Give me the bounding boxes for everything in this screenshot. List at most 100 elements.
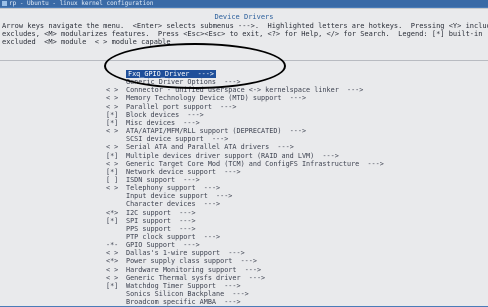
menu-item-label-wrap: I2C support ---> xyxy=(126,209,196,217)
menu-item-label: Input device support xyxy=(126,192,208,201)
submenu-arrow: ---> xyxy=(224,78,241,87)
menu-item[interactable]: [*] Multiple devices driver support (RAID… xyxy=(106,152,339,160)
menu-item-label-wrap: Fxq_GPIO_Driver ---> xyxy=(126,70,216,78)
submenu-arrow: ---> xyxy=(240,257,257,266)
menu-item-label-wrap: SCSI device support ---> xyxy=(126,135,228,143)
menu-item-label-wrap: Connector - unified userspace <-> kernel… xyxy=(126,86,363,94)
menu-item[interactable]: < > Telephony support ---> xyxy=(106,184,220,192)
menu-item[interactable]: [ ] ISDN support ---> xyxy=(106,176,200,184)
submenu-arrow: ---> xyxy=(228,249,245,258)
menu-item[interactable]: [*] Network device support ---> xyxy=(106,168,241,176)
submenu-arrow: ---> xyxy=(183,241,200,250)
menu-item-label: Generic Driver Options xyxy=(126,78,217,87)
menu-item[interactable]: [*] Block devices ---> xyxy=(106,111,204,119)
menu-item-label: Connector - unified userspace <-> kernel… xyxy=(126,86,339,95)
menu-item[interactable]: Character devices ---> xyxy=(106,200,220,208)
menu-item-label: Generic Thermal sysfs driver xyxy=(126,273,241,282)
menu-item[interactable]: Input device support ---> xyxy=(106,192,232,200)
menu-item-label: Misc devices xyxy=(126,118,176,127)
menu-item-marker: < > xyxy=(106,127,119,136)
menu-item-marker: <*> xyxy=(106,257,119,266)
submenu-arrow: ---> xyxy=(187,110,204,119)
submenu-arrow: ---> xyxy=(203,200,221,209)
menu-item-label: Character devices xyxy=(126,200,196,209)
menu-item-label: SPI support xyxy=(126,216,172,225)
menu-item[interactable]: PPS support ---> xyxy=(106,225,196,233)
menu-item-label-wrap: ATA/ATAPI/MFM/RLL support (DEPRECATED) -… xyxy=(126,127,306,135)
menu-item[interactable]: Generic Driver Options ---> xyxy=(106,78,241,86)
menu-item-marker: [*] xyxy=(106,151,119,160)
menu-item-label-wrap: Block devices ---> xyxy=(126,111,204,119)
menu-item-marker: [ ] xyxy=(106,175,119,184)
menu-item-marker: < > xyxy=(106,265,119,274)
menu-item-marker: [*] xyxy=(106,110,119,119)
submenu-arrow: ---> xyxy=(289,127,307,136)
menu-item-marker: < > xyxy=(106,86,119,95)
submenu-arrow: ---> xyxy=(183,118,200,127)
menu-item[interactable]: < > Generic Target Core Mod (TCM) and Con… xyxy=(106,160,384,168)
menu-item[interactable]: < > ATA/ATAPI/MFM/RLL support (DEPRECATED… xyxy=(106,127,306,135)
menu-item[interactable]: Fxq_GPIO_Driver ---> xyxy=(106,70,216,78)
menu-item-label-wrap: SPI support ---> xyxy=(126,217,196,225)
menu-item-label: Sonics Silicon Backplane xyxy=(126,290,225,299)
menu-item-label-wrap: Misc devices ---> xyxy=(126,119,200,127)
menu-item[interactable]: [*] Watchdog Timer Support ---> xyxy=(106,282,241,290)
submenu-arrow: ---> xyxy=(220,102,237,111)
submenu-arrow: ---> xyxy=(224,167,241,176)
menu-item-marker: < > xyxy=(106,249,119,258)
menu-item-label-wrap: Input device support ---> xyxy=(126,192,232,200)
menu-item[interactable]: -*- GPIO Support ---> xyxy=(106,241,200,249)
menu-item[interactable]: <*> I2C support ---> xyxy=(106,209,196,217)
menu-item[interactable]: < > Connector - unified userspace <-> ker… xyxy=(106,86,363,94)
submenu-arrow: ---> xyxy=(197,70,214,78)
menu-item-marker: [*] xyxy=(106,216,119,225)
help-text-line-1: Arrow keys navigate the menu. <Enter> se… xyxy=(2,22,488,30)
menu-item-label: Telephony support xyxy=(126,184,196,193)
help-text-line-3: excluded <M> module < > module capable xyxy=(2,38,171,46)
menu-item-label: Power supply class support xyxy=(126,257,233,266)
menu-item-label-wrap: Network device support ---> xyxy=(126,168,241,176)
menu-item-label: Block devices xyxy=(126,110,180,119)
menu-item-label-wrap: Telephony support ---> xyxy=(126,184,220,192)
menu-item-marker: < > xyxy=(106,94,119,103)
menu-item[interactable]: < > Dallas's 1-wire support ---> xyxy=(106,249,245,257)
submenu-arrow: ---> xyxy=(179,208,196,217)
menu-item-label-wrap: Generic Thermal sysfs driver ---> xyxy=(126,274,265,282)
menu-item-label: PTP clock support xyxy=(126,233,196,241)
window-titlebar: rp - Ubuntu - linux kernel configuration xyxy=(0,0,488,7)
menu-item[interactable]: <*> Power supply class support ---> xyxy=(106,257,257,265)
submenu-arrow: ---> xyxy=(277,143,294,152)
menu-item-marker: [*] xyxy=(106,281,119,290)
menu-item-label: I2C support xyxy=(126,208,172,217)
submenu-arrow: ---> xyxy=(203,233,221,241)
menu-item-marker: [*] xyxy=(106,118,119,127)
menu-item[interactable]: < > Hardware Monitoring support ---> xyxy=(106,266,261,274)
submenu-arrow: ---> xyxy=(179,224,196,233)
menu-item[interactable]: < > Serial ATA and Parallel ATA drivers -… xyxy=(106,143,294,151)
menu-item[interactable]: < > Memory Technology Device (MTD) suppor… xyxy=(106,94,306,102)
menu-item-label-wrap: Memory Technology Device (MTD) support -… xyxy=(126,94,306,102)
menu-item-label: Watchdog Timer Support xyxy=(126,281,217,290)
submenu-arrow: ---> xyxy=(244,265,262,274)
submenu-arrow: ---> xyxy=(224,281,241,290)
menu-item-label: Parallel port support xyxy=(126,102,212,111)
menu-item[interactable]: [*] SPI support ---> xyxy=(106,217,196,225)
menu-item-label-wrap: Hardware Monitoring support ---> xyxy=(126,266,261,274)
menu-item-marker: <*> xyxy=(106,208,119,217)
menu-item[interactable]: < > Generic Thermal sysfs driver ---> xyxy=(106,274,265,282)
menu-item[interactable]: Sonics Silicon Backplane ---> xyxy=(106,290,249,298)
menu-item[interactable]: < > Parallel port support ---> xyxy=(106,103,237,111)
submenu-arrow: ---> xyxy=(289,94,307,103)
submenu-arrow: ---> xyxy=(183,175,200,184)
menu-item[interactable]: [*] Misc devices ---> xyxy=(106,119,200,127)
menu-item-label-wrap: Multiple devices driver support (RAID an… xyxy=(126,152,339,160)
menu-item-label-wrap: Serial ATA and Parallel ATA drivers ---> xyxy=(126,143,294,151)
menu-item-marker: < > xyxy=(106,159,119,168)
menu-item-label-wrap: PPS support ---> xyxy=(126,225,196,233)
submenu-arrow: ---> xyxy=(232,290,249,299)
menu-item[interactable]: PTP clock support ---> xyxy=(106,233,220,241)
menu-item-label-wrap: Parallel port support ---> xyxy=(126,103,237,111)
menu-item-label-wrap: Character devices ---> xyxy=(126,200,220,208)
menu-item-label: Multiple devices driver support (RAID an… xyxy=(126,151,315,160)
menu-item[interactable]: SCSI device support ---> xyxy=(106,135,228,143)
